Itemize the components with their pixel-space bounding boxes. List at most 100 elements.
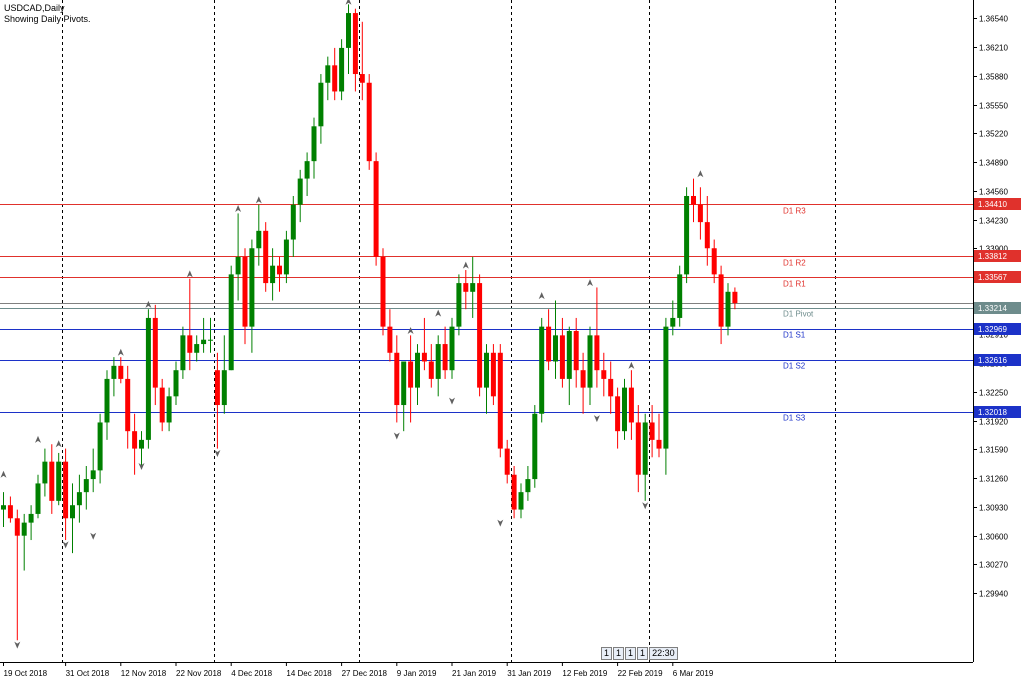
fractal-markers bbox=[0, 0, 704, 649]
candle-body bbox=[684, 195, 690, 275]
pivot-price-box-label: 1.32616 bbox=[978, 356, 1007, 365]
candle-body bbox=[304, 161, 310, 179]
candle-body bbox=[311, 126, 317, 162]
fractal-arrow-icon bbox=[345, 0, 352, 5]
candle-body bbox=[359, 74, 365, 83]
candle-body bbox=[125, 378, 131, 432]
candle-body bbox=[256, 230, 262, 249]
candle-body bbox=[670, 317, 676, 327]
candle-body bbox=[132, 431, 138, 449]
candle-body bbox=[691, 195, 696, 205]
candle-body bbox=[235, 256, 241, 275]
candle-body bbox=[601, 370, 607, 379]
candle-body bbox=[622, 387, 627, 432]
candle-body bbox=[228, 274, 234, 371]
toolbar-time[interactable]: 22:30 bbox=[649, 647, 678, 660]
candle-body bbox=[173, 370, 179, 397]
candle-body bbox=[21, 522, 27, 536]
candle-body bbox=[277, 265, 282, 275]
candle-body bbox=[704, 222, 710, 249]
fractal-arrow-icon bbox=[449, 397, 455, 405]
candle-body bbox=[532, 413, 538, 480]
candle-body bbox=[373, 161, 379, 257]
fractal-arrow-icon bbox=[593, 415, 600, 423]
candle-body bbox=[201, 339, 207, 345]
price-tick-label: 1.34560 bbox=[979, 188, 1008, 197]
candle-body bbox=[83, 479, 89, 493]
price-tick-label: 1.31260 bbox=[979, 475, 1008, 484]
candle-body bbox=[111, 365, 117, 379]
toolbar-button[interactable]: 1 bbox=[613, 647, 625, 660]
fractal-arrow-icon bbox=[14, 641, 21, 649]
fractal-arrow-icon bbox=[255, 196, 262, 204]
price-tick-label: 1.30930 bbox=[979, 504, 1008, 513]
fractal-arrow-icon bbox=[55, 440, 62, 448]
pivot-line-label: D1 S3 bbox=[783, 414, 806, 423]
toolbar-button[interactable]: 1 bbox=[637, 647, 649, 660]
pivot-candlestick-chart[interactable]: D1 R3 D1 R2 D1 R1 D1 Pivot D1 S1 D1 S2 D1 S3 1… bbox=[0, 0, 1024, 683]
candle-body bbox=[28, 513, 34, 523]
chart-subtitle: Showing Daily Pivots. bbox=[4, 14, 91, 24]
candle-body bbox=[290, 204, 296, 240]
candle-body bbox=[635, 422, 641, 475]
candle-body bbox=[325, 65, 331, 83]
toolbar-button[interactable]: 1 bbox=[601, 647, 613, 660]
candle-body bbox=[401, 361, 407, 406]
pivot-line-label: D1 Pivot bbox=[783, 310, 814, 319]
time-tick-label: 22 Feb 2019 bbox=[618, 669, 663, 678]
price-tick-label: 1.34890 bbox=[979, 159, 1008, 168]
candle-body bbox=[14, 518, 20, 536]
candle-body bbox=[42, 461, 48, 484]
fractal-arrow-icon bbox=[587, 279, 593, 287]
candle-body bbox=[366, 82, 372, 162]
candle-body bbox=[456, 283, 462, 327]
time-tick-label: 12 Feb 2019 bbox=[562, 669, 607, 678]
fractal-arrow-icon bbox=[642, 502, 649, 510]
candle-body bbox=[70, 505, 75, 519]
candle-body bbox=[90, 470, 96, 480]
time-tick-label: 19 Oct 2018 bbox=[4, 669, 48, 678]
price-tick-label: 1.36210 bbox=[979, 44, 1008, 53]
price-tick-label: 1.34230 bbox=[979, 217, 1008, 226]
candle-body bbox=[435, 344, 441, 379]
candle-body bbox=[104, 378, 110, 423]
fractal-arrow-icon bbox=[235, 205, 242, 213]
candle-body bbox=[283, 239, 289, 275]
candle-body bbox=[76, 492, 82, 506]
price-tick-label: 1.35550 bbox=[979, 102, 1008, 111]
candle-body bbox=[428, 361, 434, 379]
candle-body bbox=[615, 396, 621, 432]
candle-body bbox=[587, 335, 593, 388]
fractal-arrow-icon bbox=[62, 541, 69, 549]
candle-body bbox=[380, 256, 386, 327]
candle-body bbox=[484, 352, 489, 388]
time-tick-label: 4 Dec 2018 bbox=[231, 669, 272, 678]
fractal-arrow-icon bbox=[697, 170, 704, 178]
candle-body bbox=[518, 492, 524, 510]
price-tick-label: 1.31920 bbox=[979, 418, 1008, 427]
pivot-line-label: D1 R3 bbox=[783, 207, 806, 216]
fractal-arrow-icon bbox=[407, 327, 414, 334]
candle-body bbox=[270, 265, 276, 284]
candle-body bbox=[297, 178, 303, 205]
candle-body bbox=[263, 230, 269, 284]
fractal-arrow-icon bbox=[35, 435, 41, 443]
candle-body bbox=[470, 283, 476, 292]
candle-body bbox=[559, 335, 565, 379]
price-labels: 1.34410 1.33812 1.33567 1.33214 1.32969 1.326… bbox=[974, 198, 1021, 418]
time-tick-label: 9 Jan 2019 bbox=[397, 669, 437, 678]
time-tick-label: 27 Dec 2018 bbox=[342, 669, 388, 678]
candle-body bbox=[63, 461, 69, 519]
candle-body bbox=[711, 248, 717, 275]
time-tick-label: 21 Jan 2019 bbox=[452, 669, 497, 678]
candle-body bbox=[249, 248, 255, 327]
candle-body bbox=[208, 339, 213, 341]
toolbar-button[interactable]: 1 bbox=[625, 647, 637, 660]
candle-body bbox=[242, 256, 248, 327]
price-tick-label: 1.31590 bbox=[979, 446, 1008, 455]
candle-body bbox=[511, 474, 517, 510]
candle-body bbox=[415, 352, 420, 388]
pivot-line-label: D1 S2 bbox=[783, 362, 806, 371]
candle-body bbox=[504, 448, 510, 475]
candle-body bbox=[194, 344, 200, 353]
